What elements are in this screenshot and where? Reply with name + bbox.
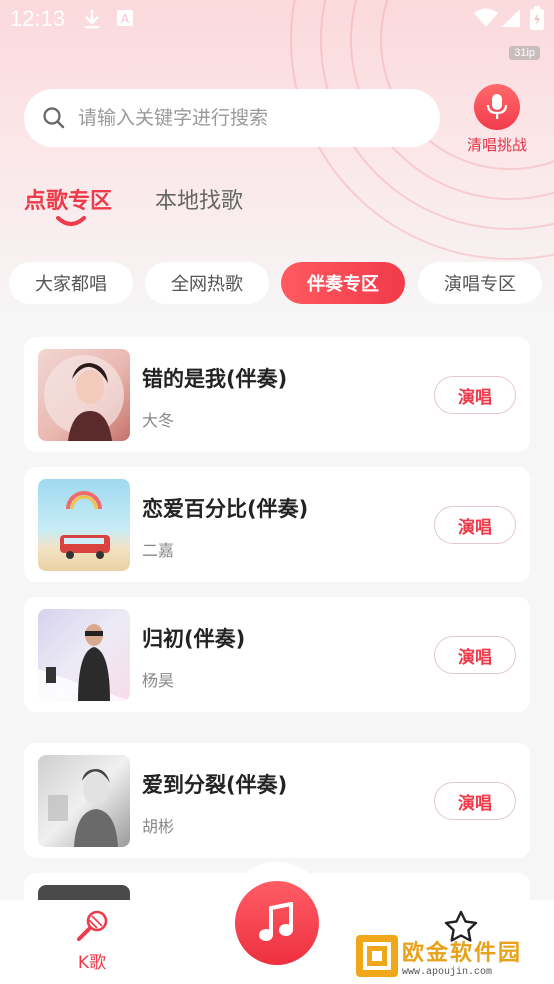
- song-title: 爱到分裂(伴奏): [142, 773, 288, 797]
- nav-karaoke[interactable]: K歌: [70, 910, 114, 973]
- song-item[interactable]: 归初(伴奏) 杨昊 演唱: [24, 597, 530, 712]
- cellular-icon: [502, 8, 520, 32]
- chip-accompaniment[interactable]: 伴奏专区: [281, 262, 405, 304]
- song-artist: 胡彬: [142, 817, 175, 836]
- battery-icon: [530, 6, 544, 34]
- watermark-logo-icon: [356, 935, 398, 977]
- nav-karaoke-label: K歌: [77, 953, 107, 973]
- chip-hot-songs[interactable]: 全网热歌: [145, 262, 269, 304]
- mic-label: 清唱挑战: [466, 136, 527, 154]
- microphone-icon: [75, 910, 109, 946]
- tab-local-songs[interactable]: 本地找歌: [155, 183, 243, 215]
- song-title: 归初(伴奏): [142, 627, 246, 651]
- album-cover: [38, 755, 130, 847]
- font-a-icon: A: [117, 10, 133, 30]
- sing-button[interactable]: 演唱: [434, 782, 516, 820]
- status-time: 12:13: [10, 6, 66, 31]
- search-input[interactable]: [78, 107, 408, 129]
- chip-performance[interactable]: 演唱专区: [418, 262, 542, 304]
- sing-button[interactable]: 演唱: [434, 376, 516, 414]
- watermark-name: 欧金软件园: [402, 940, 523, 966]
- song-artist: 大冬: [142, 411, 175, 430]
- sing-button[interactable]: 演唱: [434, 636, 516, 674]
- status-bar: 12:13 A: [0, 0, 554, 38]
- watermark-url: www.apoujin.com: [402, 966, 493, 978]
- download-icon: [82, 8, 102, 34]
- tab-song-request[interactable]: 点歌专区: [24, 183, 112, 215]
- song-item[interactable]: 错的是我(伴奏) 大冬 演唱: [24, 337, 530, 452]
- song-title: 错的是我(伴奏): [142, 367, 288, 391]
- network-tag: 31ip: [509, 46, 540, 60]
- wifi-icon: [474, 8, 498, 32]
- album-cover: [38, 609, 130, 701]
- song-artist: 杨昊: [142, 671, 175, 690]
- microphone-icon: [474, 84, 520, 130]
- song-artist: 二嘉: [142, 541, 175, 560]
- music-note-icon[interactable]: [235, 881, 319, 965]
- active-tab-indicator: [55, 214, 87, 234]
- sing-button[interactable]: 演唱: [434, 506, 516, 544]
- album-cover: [38, 479, 130, 571]
- song-title: 恋爱百分比(伴奏): [142, 497, 309, 521]
- song-item[interactable]: 爱到分裂(伴奏) 胡彬 演唱: [24, 743, 530, 858]
- song-item[interactable]: 恋爱百分比(伴奏) 二嘉 演唱: [24, 467, 530, 582]
- search-bar[interactable]: [24, 89, 440, 147]
- album-cover: [38, 349, 130, 441]
- svg-text:A: A: [121, 12, 130, 26]
- chip-everyone-sings[interactable]: 大家都唱: [9, 262, 133, 304]
- watermark: 欧金软件园 www.apoujin.com: [356, 934, 548, 978]
- cappella-challenge-button[interactable]: 清唱挑战: [462, 84, 532, 155]
- search-icon: [42, 106, 66, 130]
